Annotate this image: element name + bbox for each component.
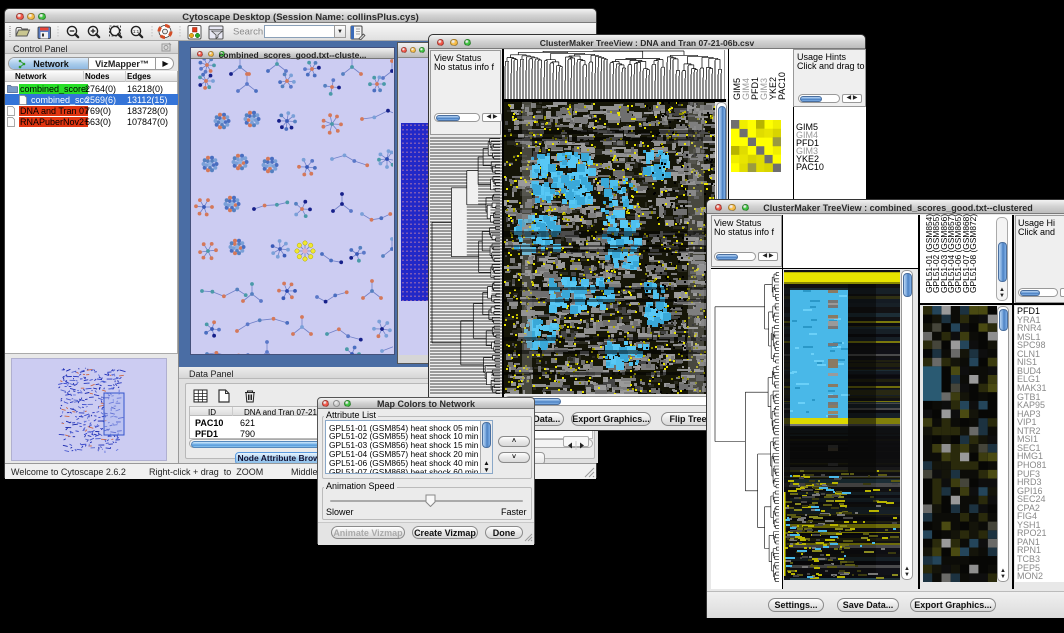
svg-text:Search:: Search: <box>233 27 266 38</box>
svg-text:1:1: 1:1 <box>133 29 140 34</box>
